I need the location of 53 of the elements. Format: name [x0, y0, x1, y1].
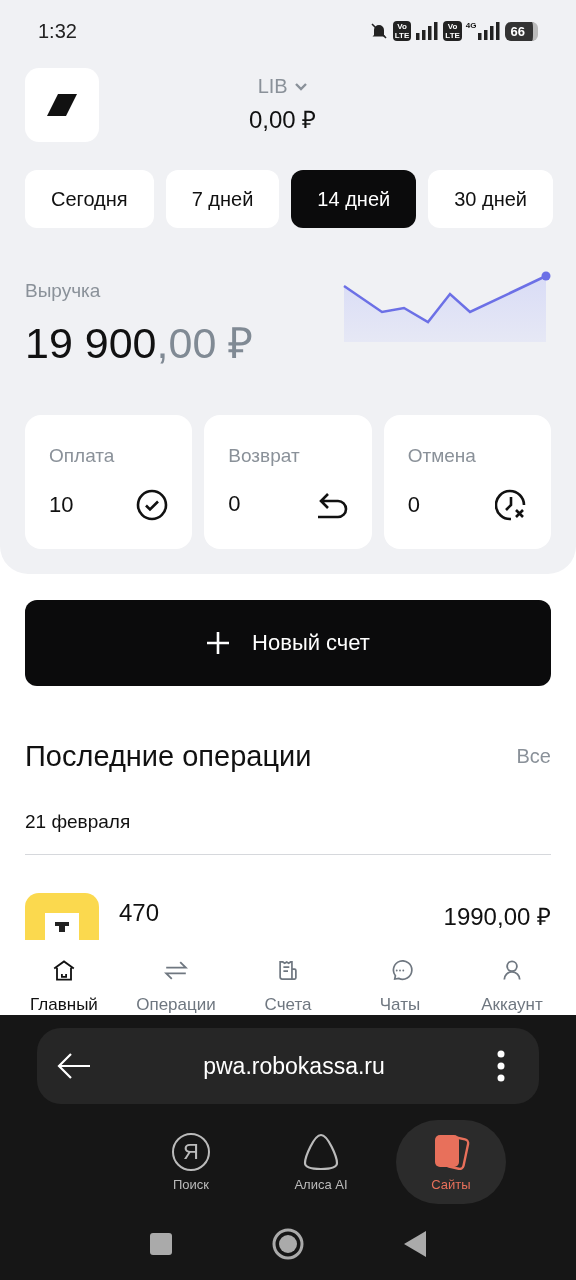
stat-label: Отмена — [407, 445, 477, 467]
account-balance: 0,00 ₽ — [249, 105, 317, 135]
bell-muted-icon — [368, 21, 389, 41]
cards-icon — [432, 1132, 470, 1171]
stat-value: 0 — [407, 492, 420, 518]
clock-cross-icon — [495, 489, 527, 521]
app-logo[interactable] — [25, 68, 99, 142]
period-tab[interactable]: Сегодня — [25, 170, 154, 228]
home-button[interactable] — [272, 1228, 304, 1260]
stat-card[interactable]: Возврат 0 — [204, 415, 372, 549]
operation-name: 470 — [119, 899, 160, 927]
more-vertical-icon[interactable] — [497, 1050, 505, 1082]
browser-tab[interactable]: Сайты — [396, 1120, 506, 1204]
page-url: pwa.robokassa.ru — [203, 1052, 385, 1080]
signal-icon — [476, 22, 501, 40]
stat-card[interactable]: Оплата 10 — [25, 415, 193, 549]
nav-tab[interactable]: Операции — [126, 940, 226, 1015]
stat-label: Оплата — [49, 445, 116, 467]
nav-tab[interactable]: Аккаунт — [462, 940, 562, 1015]
stat-card[interactable]: Отмена 0 — [383, 415, 551, 549]
check-circle-icon — [136, 489, 169, 521]
operation-amount: 1990,00 ₽ — [443, 902, 551, 932]
volte-badge: Vo LTE — [392, 21, 412, 41]
browser-tab[interactable]: Алиса AI — [266, 1120, 376, 1204]
nav-tab[interactable]: Чаты — [350, 940, 450, 1015]
chevron-down-icon — [293, 81, 308, 92]
plus-icon — [206, 631, 231, 655]
browser-tab[interactable]: Я Поиск — [136, 1120, 246, 1204]
revenue-label: Выручка — [25, 280, 102, 302]
volte-badge: Vo LTE — [443, 21, 462, 41]
parallelogram-icon — [47, 94, 77, 116]
battery-level: 66 — [504, 21, 538, 41]
revenue-fraction: ,00 ₽ — [156, 319, 254, 367]
address-bar[interactable]: pwa.robokassa.ru — [37, 1028, 539, 1104]
stat-label: Возврат — [228, 445, 301, 467]
signal-icon — [415, 22, 440, 40]
back-button[interactable] — [404, 1231, 426, 1257]
stat-value: 10 — [49, 492, 74, 518]
new-invoice-button[interactable]: Новый счет — [25, 600, 551, 686]
network-type: 4G — [465, 21, 477, 30]
nav-tab[interactable]: Главный — [14, 940, 114, 1015]
nav-tab[interactable]: Счета — [238, 940, 338, 1015]
period-tab[interactable]: 7 дней — [165, 170, 280, 228]
period-tab[interactable]: 14 дней — [291, 170, 417, 228]
status-time: 1:32 — [38, 19, 77, 43]
revenue-amount: 19 900 — [25, 319, 157, 367]
date-heading: 21 февраля — [25, 811, 132, 833]
back-arrow-icon[interactable] — [57, 1052, 91, 1080]
search-icon: Я — [172, 1132, 210, 1171]
section-title: Последние операции — [25, 740, 312, 773]
rounded-triangle-icon — [302, 1132, 340, 1171]
period-tab[interactable]: 30 дней — [428, 170, 553, 228]
stat-value: 0 — [228, 491, 241, 517]
